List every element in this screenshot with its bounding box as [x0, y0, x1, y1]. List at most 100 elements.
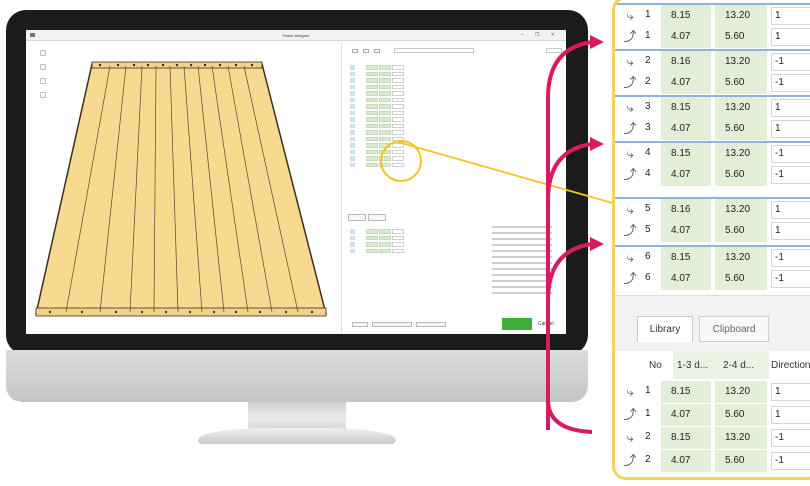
tab-clipboard[interactable]: Clipboard [699, 316, 769, 342]
mini-control[interactable] [416, 322, 446, 327]
direction-field[interactable]: -1 [771, 166, 810, 184]
direction-field[interactable]: 1 [771, 222, 810, 240]
monitor-stand-foot [198, 428, 396, 444]
direction-field[interactable]: -1 [771, 452, 810, 470]
cell-2-4-d[interactable]: 13.20 [715, 51, 767, 73]
direction-field[interactable]: -1 [771, 53, 810, 71]
mini-remove-icon[interactable] [363, 49, 369, 53]
cell-2-4-d[interactable]: 5.60 [715, 268, 767, 290]
cell-2-4-d[interactable]: 13.20 [715, 5, 767, 27]
direction-field[interactable]: 1 [771, 28, 810, 46]
cell-1-3-d[interactable]: 4.07 [661, 404, 711, 426]
table-row[interactable]: ⤷ 1 8.15 13.20 1 [615, 3, 810, 27]
direction-field[interactable]: -1 [771, 429, 810, 447]
table-row[interactable]: ⤴ 2 4.07 5.60 -1 [615, 450, 810, 472]
table-row[interactable]: ⤷ 1 8.15 13.20 1 [615, 381, 810, 403]
cell-2-4-d[interactable]: 5.60 [715, 26, 767, 48]
cell-1-3-d[interactable]: 8.15 [661, 427, 711, 449]
direction-field[interactable]: 1 [771, 99, 810, 117]
profile-icon: ⤴ [623, 271, 637, 286]
cell-1-3-d[interactable]: 8.15 [661, 5, 711, 27]
table-row[interactable]: ⤴ 1 4.07 5.60 1 [615, 26, 810, 48]
cell-1-3-d[interactable]: 8.16 [661, 199, 711, 221]
cell-2-4-d[interactable]: 13.20 [715, 97, 767, 119]
select-tool-icon[interactable] [40, 50, 46, 56]
cell-2-4-d[interactable]: 5.60 [715, 404, 767, 426]
cell-1-3-d[interactable]: 8.15 [661, 247, 711, 269]
cell-2-4-d[interactable]: 5.60 [715, 72, 767, 94]
column-header-direction[interactable]: Direction [771, 360, 810, 371]
table-row[interactable]: ⤷ 2 8.15 13.20 -1 [615, 427, 810, 449]
cancel-button[interactable]: Cancel [538, 321, 554, 327]
mini-tabs [348, 214, 386, 222]
move-tool-icon[interactable] [40, 64, 46, 70]
table-row[interactable]: ⤷ 4 8.15 13.20 -1 [615, 141, 810, 165]
cell-1-3-d[interactable]: 4.07 [661, 26, 711, 48]
cell-2-4-d[interactable]: 5.60 [715, 220, 767, 242]
cell-1-3-d[interactable]: 4.07 [661, 164, 711, 186]
zoom-tool-icon[interactable] [40, 78, 46, 84]
cell-2-4-d[interactable]: 5.60 [715, 164, 767, 186]
window-controls[interactable]: – ❐ ✕ [521, 32, 560, 38]
mini-row[interactable] [348, 248, 448, 255]
mini-library-table [348, 228, 448, 254]
column-header-1-3-d[interactable]: 1-3 d... [677, 360, 708, 371]
table-row[interactable]: ⤴ 5 4.07 5.60 1 [615, 220, 810, 242]
table-row[interactable]: ⤴ 1 4.07 5.60 1 [615, 404, 810, 426]
mini-profile-list [492, 222, 552, 298]
column-header-2-4-d[interactable]: 2-4 d... [723, 360, 754, 371]
cell-1-3-d[interactable]: 8.15 [661, 381, 711, 403]
cell-2-4-d[interactable]: 13.20 [715, 247, 767, 269]
cell-1-3-d[interactable]: 8.15 [661, 143, 711, 165]
tab-library[interactable]: Library [637, 316, 693, 342]
direction-field[interactable]: -1 [771, 74, 810, 92]
cell-2-4-d[interactable]: 13.20 [715, 427, 767, 449]
profile-icon: ⤴ [623, 121, 637, 136]
cell-1-3-d[interactable]: 4.07 [661, 450, 711, 472]
direction-field[interactable]: -1 [771, 145, 810, 163]
cell-1-3-d[interactable]: 4.07 [661, 118, 711, 140]
mini-option-field[interactable] [394, 48, 474, 53]
mini-side-field[interactable] [546, 48, 562, 53]
mini-tab-clipboard[interactable] [368, 214, 386, 221]
column-header-no[interactable]: No [649, 360, 662, 371]
table-row[interactable]: ⤴ 6 4.07 5.60 -1 [615, 268, 810, 290]
cell-2-4-d[interactable]: 5.60 [715, 450, 767, 472]
table-row[interactable]: ⤷ 3 8.15 13.20 1 [615, 95, 810, 119]
table-row[interactable]: ⤷ 5 8.16 13.20 1 [615, 197, 810, 221]
direction-field[interactable]: -1 [771, 270, 810, 288]
cell-1-3-d[interactable]: 4.07 [661, 72, 711, 94]
mini-add-icon[interactable] [352, 49, 358, 53]
table-row[interactable]: ⤴ 4 4.07 5.60 -1 [615, 164, 810, 186]
row-number: 1 [645, 30, 651, 41]
direction-field[interactable]: 1 [771, 120, 810, 138]
ok-button[interactable] [502, 318, 532, 330]
direction-field[interactable]: 1 [771, 383, 810, 401]
fit-tool-icon[interactable] [40, 92, 46, 98]
mini-control[interactable] [352, 322, 368, 327]
mini-copy-icon[interactable] [374, 49, 380, 53]
cell-2-4-d[interactable]: 13.20 [715, 143, 767, 165]
cell-2-4-d[interactable]: 13.20 [715, 199, 767, 221]
connector-arrow [590, 237, 604, 251]
mini-control[interactable] [372, 322, 412, 327]
library-table-header: No 1-3 d... 2-4 d... Direction [615, 351, 810, 379]
cell-2-4-d[interactable]: 5.60 [715, 118, 767, 140]
table-row[interactable]: ⤴ 2 4.07 5.60 -1 [615, 72, 810, 94]
drawing-canvas[interactable] [26, 42, 342, 334]
table-row[interactable]: ⤷ 6 8.15 13.20 -1 [615, 245, 810, 269]
direction-field[interactable]: 1 [771, 201, 810, 219]
connector-bracket-4 [546, 399, 593, 434]
table-row[interactable]: ⤷ 2 8.16 13.20 -1 [615, 49, 810, 73]
cell-1-3-d[interactable]: 8.16 [661, 51, 711, 73]
mini-tab-library[interactable] [348, 214, 366, 221]
direction-field[interactable]: 1 [771, 406, 810, 424]
table-row[interactable]: ⤴ 3 4.07 5.60 1 [615, 118, 810, 140]
cell-1-3-d[interactable]: 8.15 [661, 97, 711, 119]
cell-1-3-d[interactable]: 4.07 [661, 268, 711, 290]
cell-2-4-d[interactable]: 13.20 [715, 381, 767, 403]
cell-1-3-d[interactable]: 4.07 [661, 220, 711, 242]
direction-field[interactable]: -1 [771, 249, 810, 267]
row-number: 6 [645, 272, 651, 283]
direction-field[interactable]: 1 [771, 7, 810, 25]
